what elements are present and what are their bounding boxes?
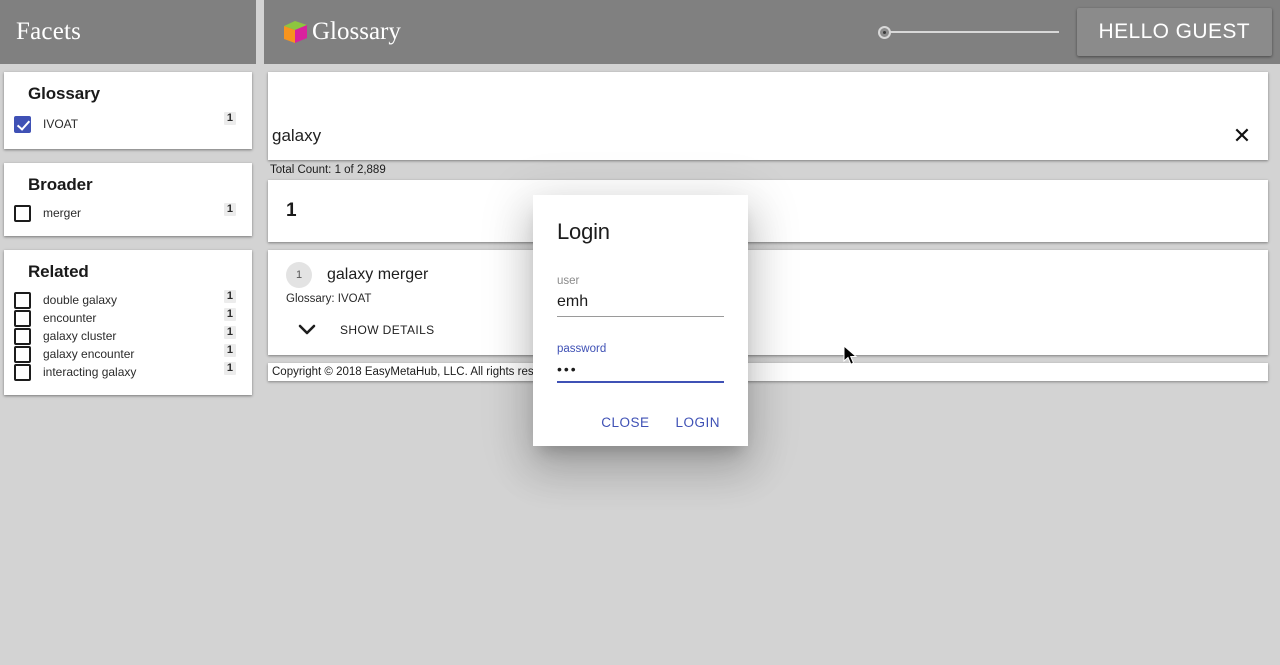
facet-group-title: Related [28, 262, 89, 281]
facet-item-interacting-galaxy[interactable]: interacting galaxy 1 [14, 362, 242, 381]
facet-item-count: 1 [223, 344, 236, 357]
facet-item-count: 1 [223, 203, 236, 216]
facet-item-label: IVOAT [43, 117, 79, 131]
facet-item-encounter[interactable]: encounter 1 [14, 308, 242, 327]
footer: Copyright © 2018 EasyMetaHub, LLC. All r… [268, 363, 1268, 381]
user-input[interactable] [557, 293, 724, 317]
facet-item-count: 1 [223, 290, 236, 303]
password-field-group: password [557, 343, 724, 383]
login-button[interactable]: LOGIN [673, 409, 722, 436]
facet-group-glossary: Glossary IVOAT 1 [4, 72, 252, 149]
user-field-label: user [557, 275, 580, 287]
total-count-label: Total Count: 1 of 2,889 [270, 164, 386, 176]
facet-item-label: merger [43, 206, 82, 220]
facet-item-ivoat[interactable]: IVOAT 1 [14, 112, 242, 135]
facets-header-title: Facets [16, 18, 82, 45]
facet-item-count: 1 [223, 308, 236, 321]
facet-item-count: 1 [223, 326, 236, 339]
facets-sidebar: Facets Glossary IVOAT 1 Broader merger 1… [0, 0, 256, 395]
checkbox-merger[interactable] [14, 204, 31, 222]
dialog-title: Login [557, 219, 610, 244]
facet-item-merger[interactable]: merger 1 [14, 203, 242, 222]
result-item[interactable]: 1 galaxy merger Glossary: IVOAT SHOW DET… [268, 250, 1268, 355]
checkbox-galaxy-encounter[interactable] [14, 345, 31, 363]
close-icon[interactable]: ✕ [1228, 122, 1256, 150]
facets-header: Facets [0, 0, 256, 64]
result-title: galaxy merger [327, 266, 429, 283]
facet-item-double-galaxy[interactable]: double galaxy 1 [14, 290, 242, 309]
facet-item-label: interacting galaxy [43, 365, 137, 379]
facet-item-galaxy-cluster[interactable]: galaxy cluster 1 [14, 326, 242, 345]
brand: Glossary [280, 17, 401, 47]
main-content: Glossary HELLO GUEST ✕ Total Count: 1 of… [264, 0, 1280, 381]
brand-name: Glossary [312, 18, 401, 45]
result-count-card: 1 [268, 180, 1268, 242]
checkbox-galaxy-cluster[interactable] [14, 327, 31, 345]
show-details-label: SHOW DETAILS [340, 323, 435, 337]
app-bar-right: HELLO GUEST [876, 0, 1280, 64]
cube-icon [280, 17, 310, 47]
slider-track [883, 31, 1059, 33]
facet-group-related: Related double galaxy 1 encounter 1 gala… [4, 250, 252, 395]
result-badge: 1 [286, 262, 312, 288]
result-count-number: 1 [286, 200, 297, 221]
facet-group-broader: Broader merger 1 [4, 163, 252, 236]
checkbox-ivoat[interactable] [14, 115, 31, 133]
slider-thumb[interactable] [877, 25, 891, 39]
facet-item-galaxy-encounter[interactable]: galaxy encounter 1 [14, 344, 242, 363]
zoom-slider[interactable] [876, 22, 1059, 42]
show-details-toggle[interactable]: SHOW DETAILS [268, 319, 1268, 341]
close-button[interactable]: CLOSE [599, 409, 651, 436]
result-header: 1 galaxy merger [268, 262, 1268, 288]
chevron-down-icon [296, 319, 318, 341]
search-card: ✕ [268, 72, 1268, 160]
result-subtitle: Glossary: IVOAT [286, 293, 372, 305]
facet-item-label: double galaxy [43, 293, 118, 307]
facet-item-label: galaxy encounter [43, 347, 135, 361]
facet-item-label: encounter [43, 311, 97, 325]
facet-item-label: galaxy cluster [43, 329, 117, 343]
password-field-label: password [557, 343, 607, 355]
hello-guest-button[interactable]: HELLO GUEST [1076, 8, 1272, 56]
facet-group-title: Glossary [28, 84, 100, 103]
password-input[interactable] [557, 361, 724, 383]
checkbox-encounter[interactable] [14, 309, 31, 327]
facet-item-count: 1 [223, 362, 236, 375]
login-dialog: Login user password CLOSE LOGIN [533, 195, 748, 446]
checkbox-double-galaxy[interactable] [14, 291, 31, 309]
user-field-group: user [557, 275, 724, 317]
search-input[interactable] [272, 126, 1212, 146]
dialog-actions: CLOSE LOGIN [557, 409, 724, 436]
checkbox-interacting-galaxy[interactable] [14, 363, 31, 381]
facet-item-count: 1 [223, 112, 236, 125]
app-bar: Glossary HELLO GUEST [264, 0, 1280, 64]
copyright-text: Copyright © 2018 EasyMetaHub, LLC. All r… [272, 366, 566, 378]
facet-group-title: Broader [28, 175, 93, 194]
